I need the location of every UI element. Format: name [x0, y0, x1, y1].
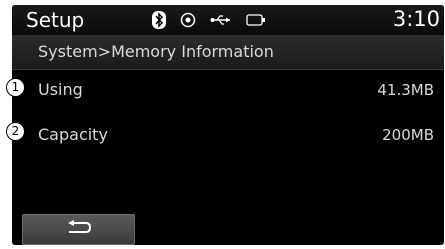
capacity-label: Capacity — [38, 125, 108, 144]
battery-icon — [246, 14, 266, 26]
bluetooth-icon — [152, 11, 166, 29]
clock-time: 3:10 — [392, 7, 440, 31]
info-row-using: Using 41.3MB — [12, 75, 444, 105]
using-label: Using — [38, 80, 83, 99]
usb-icon — [210, 13, 232, 27]
callout-number-1: 1 — [6, 78, 25, 97]
status-bar: Setup 3:10 — [12, 5, 444, 35]
screen-title: Setup — [26, 8, 85, 32]
breadcrumb-label: System>Memory Information — [38, 42, 274, 61]
status-icons — [152, 9, 280, 31]
using-value: 41.3MB — [377, 81, 434, 99]
memory-information-screen: Setup 3:10 System>Memory Information Usi… — [12, 5, 444, 245]
back-button[interactable] — [22, 214, 135, 245]
info-row-capacity: Capacity 200MB — [12, 120, 444, 150]
capacity-value: 200MB — [382, 126, 434, 144]
radio-target-icon — [180, 12, 196, 28]
breadcrumb: System>Memory Information — [12, 35, 444, 70]
callout-number-2: 2 — [6, 122, 25, 141]
back-arrow-icon — [66, 219, 92, 240]
